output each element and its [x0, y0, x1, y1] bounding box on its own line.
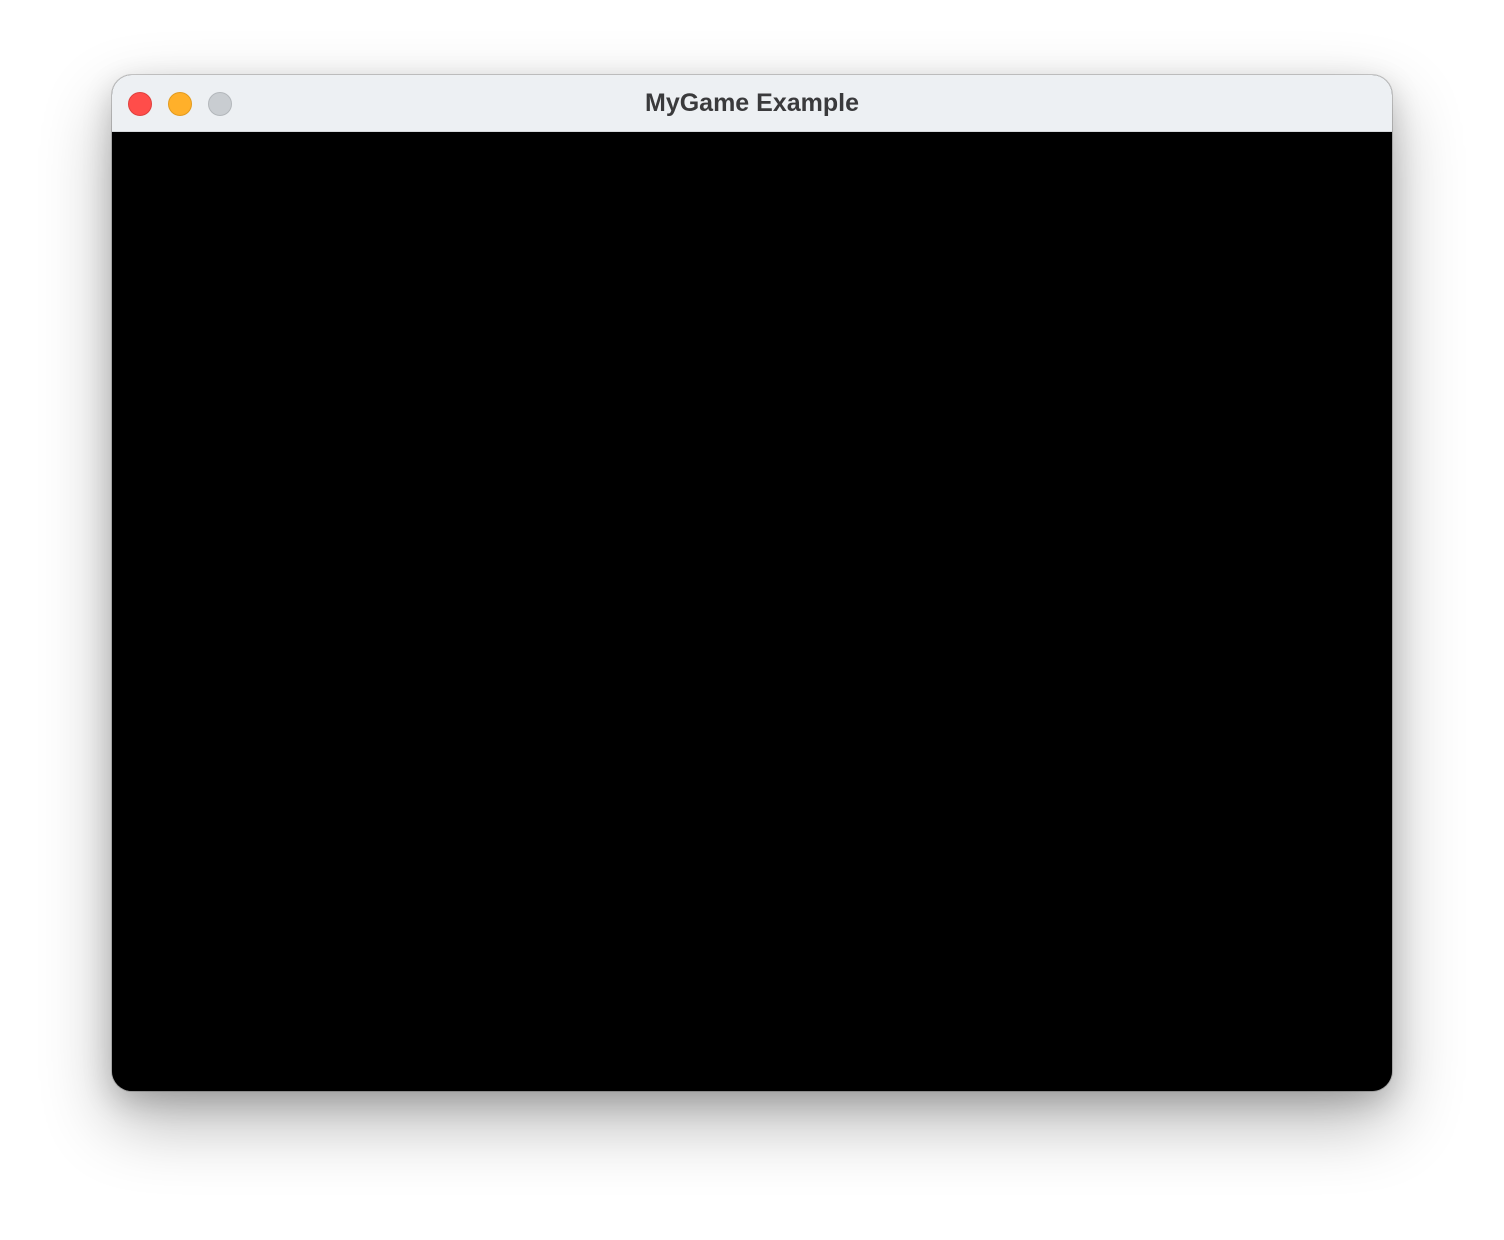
zoom-window-button	[208, 92, 232, 116]
game-canvas[interactable]	[112, 132, 1392, 1091]
app-window: MyGame Example	[112, 75, 1392, 1091]
window-titlebar[interactable]: MyGame Example	[112, 75, 1392, 132]
close-window-button[interactable]	[128, 92, 152, 116]
minimize-window-button[interactable]	[168, 92, 192, 116]
desktop-background: MyGame Example	[0, 0, 1504, 1240]
window-title: MyGame Example	[645, 89, 859, 117]
